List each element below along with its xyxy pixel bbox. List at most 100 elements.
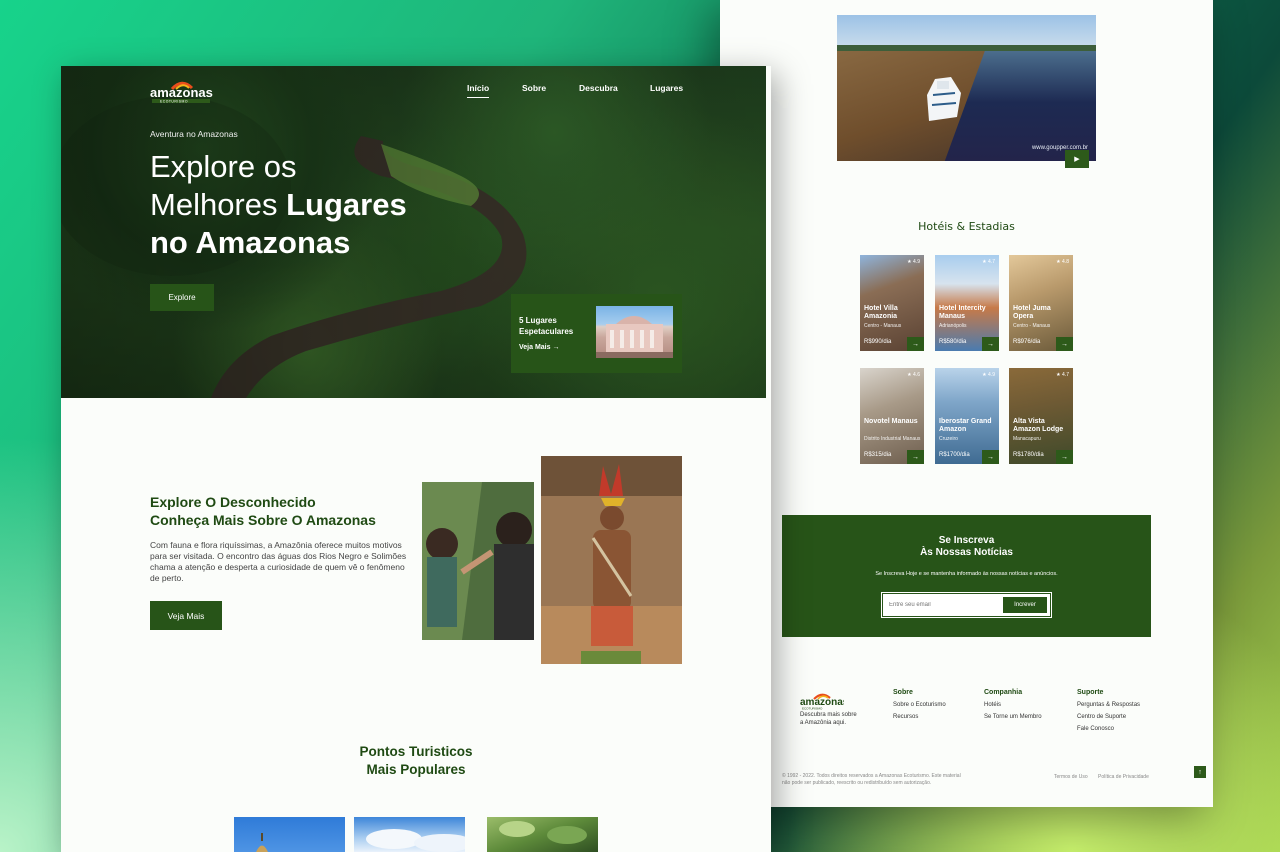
hero-kicker: Aventura no Amazonas	[150, 129, 238, 139]
headline-bold: no Amazonas	[150, 225, 351, 260]
hotel-name: Hotel Intercity Manaus	[939, 305, 986, 320]
hotel-card[interactable]: ★ 4.8 Hotel Juma Opera Centro - Manaus R…	[1009, 255, 1073, 351]
hotel-card[interactable]: ★ 4.7 Alta Vista Amazon Lodge Manacapuru…	[1009, 368, 1073, 464]
arrow-right-icon[interactable]: →	[1056, 337, 1073, 351]
tourists-photo	[422, 482, 534, 640]
rating-badge: ★ 4.9	[907, 259, 920, 265]
svg-text:ECOTURISMO: ECOTURISMO	[160, 99, 188, 103]
see-more-button[interactable]: Veja Mais	[150, 601, 222, 630]
hotel-name: Iberostar Grand Amazon	[939, 418, 992, 433]
about-paragraph: Com fauna e flora riquíssimas, a Amazôni…	[150, 540, 407, 583]
copyright-text: © 1992 - 2022. Todos direitos reservados…	[782, 773, 961, 786]
nav-lugares[interactable]: Lugares	[650, 83, 683, 93]
rating-badge: ★ 4.8	[1056, 259, 1069, 265]
explore-button[interactable]: Explore	[150, 284, 214, 311]
hotel-card[interactable]: ★ 4.9 Iberostar Grand Amazon Cruzeiro R$…	[935, 368, 999, 464]
indigenous-illustration	[541, 456, 682, 664]
places-card-title: 5 Lugares Espetaculares	[519, 316, 574, 336]
headline-line1: Explore os	[150, 149, 297, 184]
arrow-right-icon[interactable]: →	[907, 450, 924, 464]
footer-link[interactable]: Perguntas & Respostas	[1077, 702, 1140, 708]
rating-badge: ★ 4.6	[907, 372, 920, 378]
indigenous-photo	[541, 456, 682, 664]
river-muddy-water	[837, 45, 987, 161]
hotel-name: Hotel Villa Amazonia	[864, 305, 898, 320]
svg-text:amazonas: amazonas	[150, 85, 213, 100]
arrow-right-icon[interactable]: →	[982, 337, 999, 351]
clouds-illustration	[366, 829, 465, 852]
arrow-right-icon[interactable]: →	[982, 450, 999, 464]
footer-link[interactable]: Recursos	[893, 714, 946, 720]
hotel-card[interactable]: ★ 4.6 Novotel Manaus Distrito Industrial…	[860, 368, 924, 464]
footer-column-title: Suporte	[1077, 689, 1104, 696]
newsletter-title-line2: Às Nossas Notícias	[920, 547, 1013, 558]
newsletter-form: Increver	[882, 593, 1051, 617]
back-to-top-button[interactable]: ↑	[1194, 766, 1206, 778]
hero-section: amazonas ECOTURISMO Início Sobre Descubr…	[61, 66, 766, 398]
nav-sobre[interactable]: Sobre	[522, 83, 546, 93]
about-title-line2: Conheça Mais Sobre O Amazonas	[150, 512, 376, 528]
hotel-card[interactable]: ★ 4.9 Hotel Villa Amazonia Centro - Mana…	[860, 255, 924, 351]
hotel-name: Novotel Manaus	[864, 418, 918, 425]
hotel-name: Hotel Juma Opera	[1013, 305, 1051, 320]
headline-line2: Melhores Lugares	[150, 186, 470, 224]
hero-headline: Explore os Melhores Lugares no Amazonas	[150, 148, 470, 262]
logo-mark: amazonas ECOTURISMO	[800, 693, 849, 711]
hotel-card[interactable]: ★ 4.7 Hotel Intercity Manaus Adrianópoli…	[935, 255, 999, 351]
hotel-price: R$990/dia	[864, 339, 892, 345]
footer-column-sobre: Sobre Sobre o Ecoturismo Recursos	[893, 689, 946, 726]
footer-link[interactable]: Se Torne um Membro	[984, 714, 1042, 720]
foliage-illustration	[499, 821, 587, 844]
hotel-name: Alta Vista Amazon Lodge	[1013, 418, 1064, 433]
rating-badge: ★ 4.7	[1056, 372, 1069, 378]
hotel-price: R$1780/dia	[1013, 452, 1044, 458]
hotel-price: R$315/dia	[864, 452, 892, 458]
attraction-thumbnail[interactable]	[487, 817, 598, 852]
footer-column-suporte: Suporte Perguntas & Respostas Centro de …	[1077, 689, 1140, 738]
hotel-location: Manacapuru	[1013, 436, 1041, 442]
headline-regular: Melhores	[150, 187, 287, 222]
hotel-price: R$1700/dia	[939, 452, 970, 458]
footer-column-title: Companhia	[984, 689, 1023, 696]
privacy-link[interactable]: Política de Privacidade	[1098, 774, 1149, 780]
video-thumbnail[interactable]: www.goupper.com.br	[837, 15, 1096, 161]
hotel-price: R$976/dia	[1013, 339, 1041, 345]
popular-title-line1: Pontos Turisticos	[359, 744, 473, 759]
theater-image	[596, 306, 673, 358]
newsletter-title-line1: Se Inscreva	[938, 535, 995, 546]
footer-link[interactable]: Sobre o Ecoturismo	[893, 702, 946, 708]
attraction-thumbnail[interactable]	[234, 817, 345, 852]
footer-description: Descubra mais sobre a Amazônia aqui.	[800, 712, 857, 726]
newsletter-description: Se Inscreva Hoje e se mantenha informado…	[875, 571, 1058, 577]
play-button[interactable]: ▶	[1065, 150, 1089, 168]
footer-link[interactable]: Hotéis	[984, 702, 1042, 708]
headline-line3: no Amazonas	[150, 224, 470, 262]
headline-bold: Lugares	[286, 187, 407, 222]
places-card-link[interactable]: Veja Mais →	[519, 344, 559, 351]
svg-text:ECOTURISMO: ECOTURISMO	[802, 707, 823, 711]
page-mockup-left: amazonas ECOTURISMO Início Sobre Descubr…	[61, 66, 771, 852]
brand-logo[interactable]: amazonas ECOTURISMO	[150, 78, 214, 109]
rating-badge: ★ 4.7	[982, 259, 995, 265]
footer-column-title: Sobre	[893, 689, 913, 696]
popular-section-title: Pontos Turisticos Mais Populares	[311, 743, 521, 779]
terms-link[interactable]: Termos de Uso	[1054, 774, 1088, 780]
newsletter-section: Se Inscreva Às Nossas Notícias Se Inscre…	[782, 515, 1151, 637]
attraction-thumbnail[interactable]	[354, 817, 465, 852]
arrow-right-icon[interactable]: →	[1056, 450, 1073, 464]
hotels-section-title: Hotéis & Estadias	[918, 220, 1015, 233]
subscribe-button[interactable]: Increver	[1003, 597, 1047, 613]
hotel-location: Cruzeiro	[939, 436, 958, 442]
about-title-line1: Explore O Desconhecido	[150, 494, 316, 510]
rating-badge: ★ 4.9	[982, 372, 995, 378]
email-input[interactable]	[887, 598, 997, 612]
newsletter-title: Se Inscreva Às Nossas Notícias	[782, 535, 1151, 559]
hotel-location: Adrianópolis	[939, 323, 967, 329]
footer-link[interactable]: Centro de Suporte	[1077, 714, 1140, 720]
arrow-right-icon[interactable]: →	[907, 337, 924, 351]
footer-link[interactable]: Fale Conosco	[1077, 726, 1140, 732]
nav-inicio[interactable]: Início	[467, 83, 490, 98]
places-card[interactable]: 5 Lugares Espetaculares Veja Mais →	[511, 294, 682, 373]
tourists-illustration	[422, 482, 534, 640]
nav-descubra[interactable]: Descubra	[579, 83, 618, 93]
